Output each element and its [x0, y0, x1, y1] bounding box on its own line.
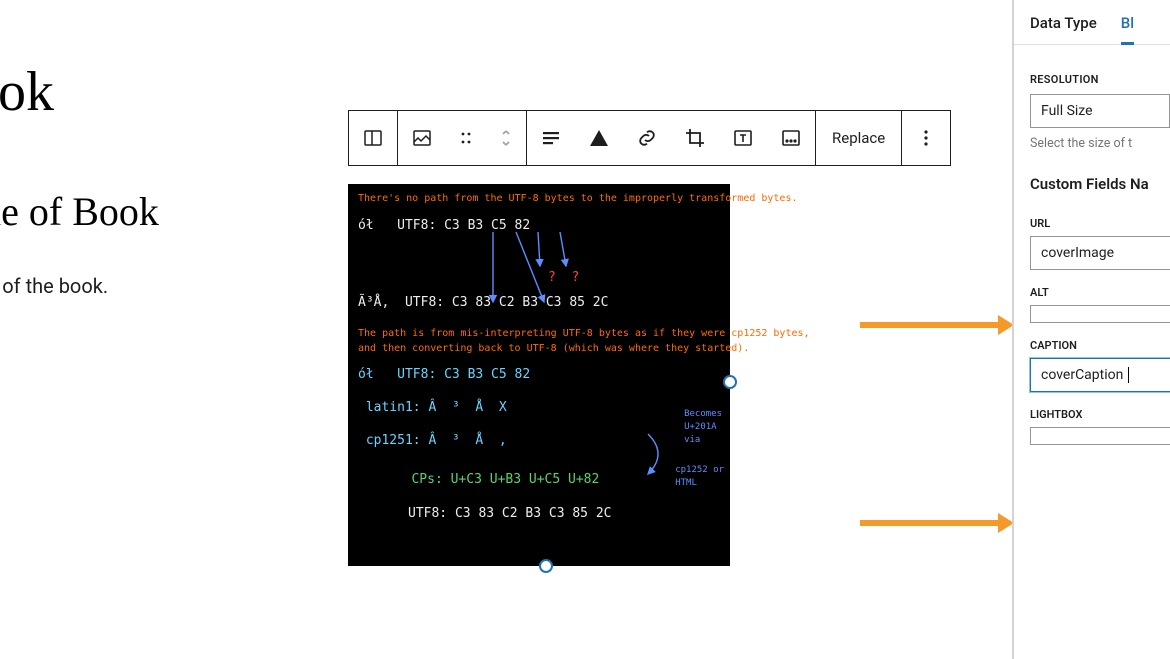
- img-text: and then converting back to UTF-8 (which…: [358, 342, 720, 357]
- tab-data-type[interactable]: Data Type: [1030, 14, 1097, 45]
- img-note: via: [684, 434, 722, 447]
- img-note: U+201A: [684, 421, 722, 434]
- caption-icon[interactable]: [767, 111, 815, 165]
- img-text: The path is from mis-interpreting UTF-8 …: [358, 327, 720, 342]
- align-icon[interactable]: [527, 111, 575, 165]
- more-options-icon[interactable]: [902, 111, 950, 165]
- img-text: UTF8: C3 B3 C5 82: [397, 367, 530, 382]
- img-text: latin1: Â ³ Å X: [358, 400, 507, 415]
- move-arrows-icon[interactable]: [486, 111, 526, 165]
- drag-handle-icon[interactable]: [446, 111, 486, 165]
- tab-block[interactable]: Bl: [1121, 14, 1134, 45]
- editor-canvas: ook me of Book ary of the book. 9: [0, 0, 1012, 659]
- settings-sidebar: Data Type Bl RESOLUTION Full Size Select…: [1014, 0, 1170, 659]
- image-block-icon[interactable]: [398, 111, 446, 165]
- resize-handle-bottom[interactable]: [539, 559, 553, 573]
- column-block-icon[interactable]: [349, 111, 397, 165]
- custom-fields-heading: Custom Fields Na: [1014, 151, 1170, 203]
- block-toolbar: Replace: [348, 110, 951, 166]
- page-summary: ary of the book.: [0, 274, 108, 298]
- img-note: cp1252 or: [675, 464, 724, 477]
- img-text: UTF8: C3 83 C2 B3 C3 85 2C: [405, 295, 609, 310]
- replace-button[interactable]: Replace: [816, 111, 901, 165]
- resolution-help: Select the size of t: [1014, 132, 1170, 151]
- page-subtitle: me of Book: [0, 188, 159, 235]
- annotation-arrow: [860, 520, 1000, 526]
- img-note: Becomes: [684, 408, 722, 421]
- img-text: UTF8: C3 83 C2 B3 C3 85 2C: [358, 505, 720, 524]
- alt-label: ALT: [1014, 272, 1170, 305]
- img-text: ? ?: [358, 269, 720, 288]
- img-text: ół: [358, 218, 374, 233]
- annotation-arrow: [860, 322, 1000, 328]
- img-text: UTF8: C3 B3 C5 82: [397, 218, 530, 233]
- img-text: ół: [358, 367, 374, 382]
- resize-handle-right[interactable]: [723, 375, 737, 389]
- lightbox-label: LIGHTBOX: [1014, 394, 1170, 427]
- lightbox-input[interactable]: [1030, 427, 1170, 445]
- img-text: CPs: U+C3 U+B3 U+C5 U+82: [358, 471, 720, 490]
- img-text: Ã³Å‚: [358, 295, 389, 310]
- resolution-label: RESOLUTION: [1014, 73, 1170, 86]
- image-block[interactable]: There's no path from the UTF-8 bytes to …: [348, 184, 730, 566]
- url-input[interactable]: coverImage: [1030, 236, 1170, 270]
- link-icon[interactable]: [623, 111, 671, 165]
- crop-icon[interactable]: [671, 111, 719, 165]
- page-title: ook: [0, 60, 54, 124]
- url-label: URL: [1014, 203, 1170, 236]
- text-overlay-icon[interactable]: [719, 111, 767, 165]
- caption-label: CAPTION: [1014, 325, 1170, 358]
- img-text: There's no path from the UTF-8 bytes to …: [358, 192, 720, 207]
- duotone-icon[interactable]: [575, 111, 623, 165]
- alt-input[interactable]: [1030, 305, 1170, 323]
- sidebar-tabs: Data Type Bl: [1014, 0, 1170, 45]
- img-note: HTML: [675, 477, 724, 490]
- img-text: cp1251: Â ³ Å ‚: [358, 432, 720, 451]
- caption-input[interactable]: coverCaption: [1030, 358, 1170, 392]
- resolution-select[interactable]: Full Size: [1030, 94, 1170, 128]
